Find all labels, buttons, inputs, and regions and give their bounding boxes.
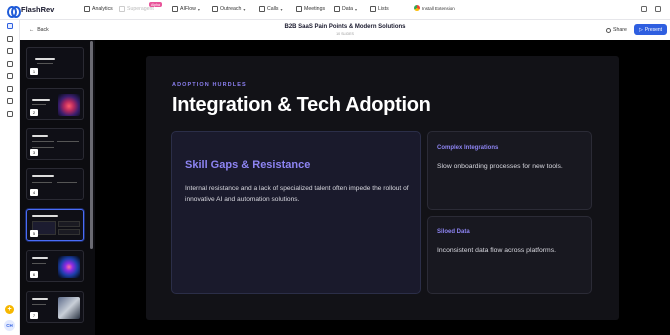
notification-icon[interactable] — [641, 6, 647, 12]
rail-presentations-icon[interactable] — [7, 23, 13, 29]
side-card-1 — [427, 131, 592, 210]
side-card-2 — [427, 216, 592, 294]
chrome-icon — [414, 5, 420, 11]
thumb-text-line — [32, 147, 54, 148]
nav-data[interactable]: Data ▾ — [334, 6, 357, 12]
analytics-icon — [84, 6, 90, 12]
main-card-body: Internal resistance and a lack of specia… — [185, 185, 409, 203]
thumb-image — [58, 256, 80, 278]
app-logo[interactable]: FlashRev — [7, 5, 55, 18]
thumb-card — [58, 221, 80, 227]
settings-icon[interactable] — [655, 6, 661, 12]
thumb-text-line — [57, 141, 79, 142]
superagent-icon — [119, 6, 125, 12]
share-icon — [606, 27, 611, 33]
chevron-down-icon: ▾ — [280, 6, 283, 12]
thumb-text-line — [32, 304, 46, 305]
slide-kicker: ADOPTION HURDLES — [172, 82, 247, 88]
slide-thumbnail-1[interactable]: 1 — [26, 47, 84, 79]
rail-documents-icon[interactable] — [7, 61, 13, 67]
slide-number: 6 — [30, 271, 38, 278]
thumb-text-line — [32, 182, 52, 183]
document-header: ← Back B2B SaaS Pain Points & Modern Sol… — [20, 20, 670, 40]
thumb-title-line — [35, 58, 55, 60]
user-avatar[interactable]: CH — [4, 320, 15, 331]
thumb-image — [58, 94, 80, 116]
slide-thumbnail-7[interactable]: 7 — [26, 291, 84, 323]
arrow-left-icon: ← — [29, 27, 35, 33]
thumb-title-line — [32, 135, 48, 137]
play-icon: ▷ — [638, 26, 643, 33]
slide-number: 2 — [30, 109, 38, 116]
calendar-icon — [296, 6, 302, 12]
thumb-text-line — [32, 263, 46, 264]
aiflow-icon — [172, 6, 178, 12]
top-navigation-bar: FlashRev Analytics Superagent Alpha AIFl… — [0, 0, 670, 20]
rail-image-icon[interactable] — [7, 98, 13, 104]
thumb-card — [58, 229, 80, 235]
logo-icon — [7, 5, 21, 18]
slide-thumbnail-6[interactable]: 6 — [26, 250, 84, 282]
slide-number: 5 — [30, 230, 38, 237]
outreach-icon — [212, 6, 218, 12]
chevron-down-icon: ▾ — [197, 6, 200, 12]
app-name: FlashRev — [21, 5, 55, 14]
document-title: B2B SaaS Pain Points & Modern Solutions — [284, 24, 406, 30]
slide-thumbnail-5[interactable]: 5 — [26, 209, 84, 241]
nav-calls[interactable]: Calls ▾ — [259, 6, 283, 12]
thumb-title-line — [32, 298, 48, 300]
slide-thumbnail-2[interactable]: 2 — [26, 88, 84, 120]
list-icon — [370, 6, 376, 12]
side-card-2-body: Inconsistent data flow across platforms. — [437, 247, 556, 254]
slide-thumbnail-4[interactable]: 4 — [26, 168, 84, 200]
chevron-down-icon: ▾ — [354, 6, 357, 12]
nav-outreach[interactable]: Outreach ▾ — [212, 6, 245, 12]
slide-title: Integration & Tech Adoption — [172, 94, 431, 116]
nav-superagent[interactable]: Superagent — [119, 6, 154, 12]
back-button[interactable]: ← Back — [29, 27, 49, 33]
slide-number: 4 — [30, 189, 38, 196]
left-rail: + CH — [0, 20, 20, 335]
rail-monitor-icon[interactable] — [7, 111, 13, 117]
thumb-title-line — [32, 215, 58, 217]
thumb-title-line — [32, 257, 48, 259]
nav-lists[interactable]: Lists — [370, 6, 389, 12]
database-icon — [334, 6, 340, 12]
rail-contacts-icon[interactable] — [7, 48, 13, 54]
thumb-title-line — [32, 175, 54, 177]
share-button[interactable]: Share — [606, 27, 627, 33]
nav-analytics[interactable]: Analytics — [84, 6, 113, 12]
slide-number: 7 — [30, 312, 38, 319]
slide-number: 3 — [30, 149, 38, 156]
thumb-title-line — [32, 99, 50, 101]
main-card-heading: Skill Gaps & Resistance — [185, 159, 311, 171]
alpha-badge: Alpha — [149, 2, 162, 7]
side-card-1-heading: Complex Integrations — [437, 145, 499, 151]
add-icon[interactable]: + — [5, 305, 14, 314]
document-subtitle: 10 SLIDES — [336, 31, 354, 36]
thumb-image — [58, 297, 80, 319]
thumb-text-line — [32, 141, 54, 142]
nav-meetings[interactable]: Meetings — [296, 6, 325, 12]
thumb-text-line — [57, 182, 77, 183]
slide-number: 1 — [30, 68, 38, 75]
main-card — [171, 131, 421, 294]
thumb-text-line — [37, 63, 53, 64]
phone-icon — [259, 6, 265, 12]
thumbnail-scrollbar[interactable] — [90, 41, 93, 249]
rail-search-icon[interactable] — [7, 36, 13, 42]
side-card-1-body: Slow onboarding processes for new tools. — [437, 163, 563, 170]
present-button[interactable]: ▷ Present — [634, 24, 667, 35]
thumb-text-line — [32, 104, 46, 105]
slide-thumbnail-3[interactable]: 3 — [26, 128, 84, 160]
rail-mic-icon[interactable] — [7, 73, 13, 79]
side-card-2-heading: Siloed Data — [437, 229, 470, 235]
chevron-down-icon: ▾ — [243, 6, 246, 12]
nav-aiflow[interactable]: AIFlow ▾ — [172, 6, 200, 12]
rail-video-icon[interactable] — [7, 86, 13, 92]
install-extension-button[interactable]: Install Extension — [414, 5, 455, 11]
